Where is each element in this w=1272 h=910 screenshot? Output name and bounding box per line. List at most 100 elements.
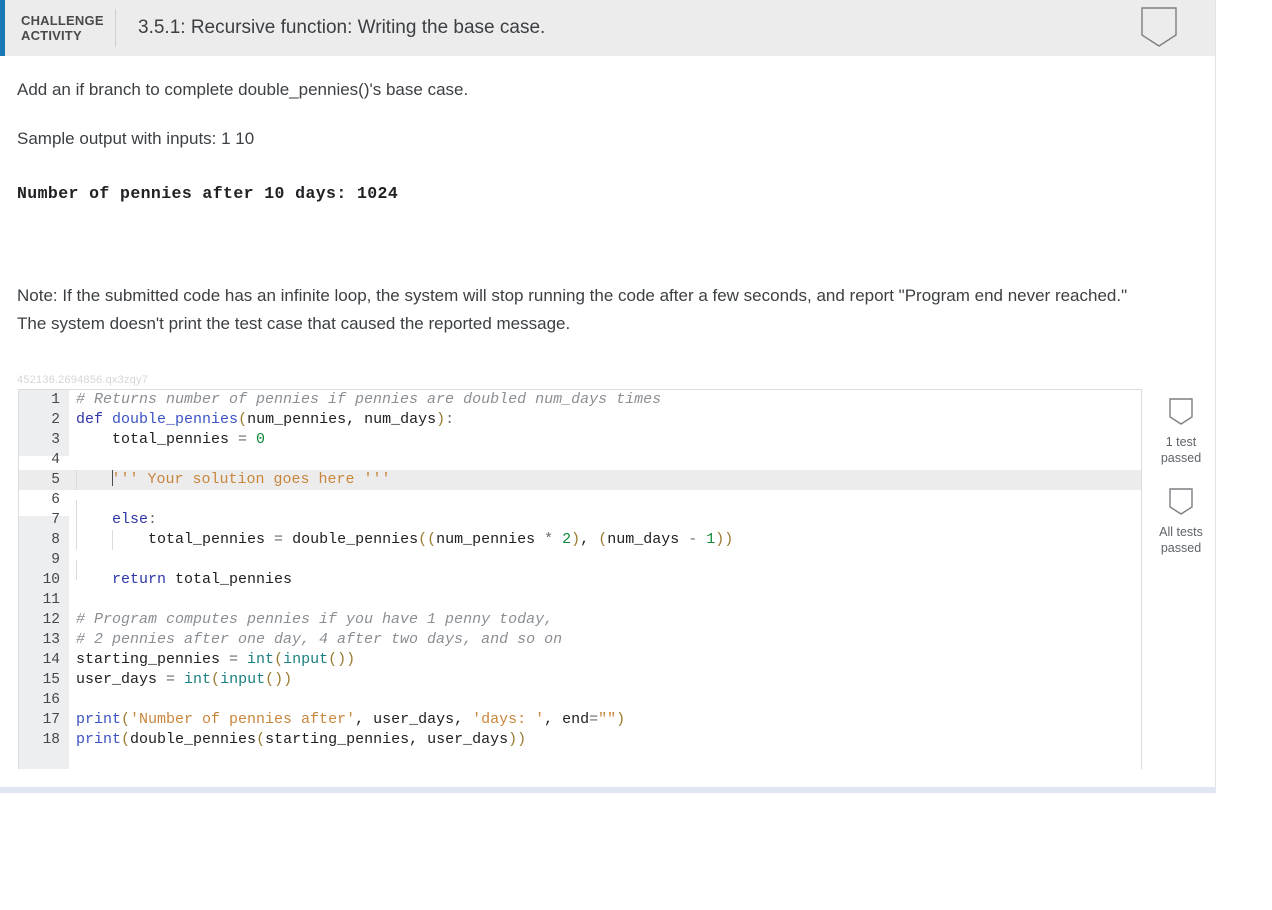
code-line-7[interactable]: 7 else: xyxy=(19,510,1141,530)
token-comment: # Returns number of pennies if pennies a… xyxy=(76,391,662,408)
code-text[interactable]: ''' Your solution goes here ''' xyxy=(69,470,391,490)
code-line-13[interactable]: 13 # 2 pennies after one day, 4 after two… xyxy=(19,630,1141,650)
token-plain: starting_pennies, user_days xyxy=(265,731,509,748)
token-str: ''' Your solution goes here ''' xyxy=(111,471,391,488)
token-op: = xyxy=(589,711,599,728)
code-text[interactable]: user_days = int(input()) xyxy=(69,670,292,690)
code-text[interactable]: def double_pennies(num_pennies, num_days… xyxy=(69,410,454,430)
code-text[interactable]: # Returns number of pennies if pennies a… xyxy=(69,390,661,410)
token-keyword: else xyxy=(112,511,149,528)
line-number: 4 xyxy=(51,452,60,468)
token-paren: ( xyxy=(121,711,131,728)
code-line-6[interactable]: 6 xyxy=(19,490,1141,520)
sample-output-label: Sample output with inputs: 1 10 xyxy=(17,129,255,148)
code-text[interactable]: starting_pennies = int(input()) xyxy=(69,650,355,670)
token-op: = xyxy=(274,531,293,548)
test-status-rail: 1 test passed All tests passed xyxy=(1146,396,1215,576)
token-op: - xyxy=(688,531,707,548)
token-plain: , user_days, xyxy=(355,711,473,728)
test-status-item[interactable]: 1 test passed xyxy=(1146,396,1215,466)
token-plain: double_pennies xyxy=(292,531,419,548)
token-op: : xyxy=(148,511,158,528)
code-text[interactable]: return total_pennies xyxy=(69,570,292,590)
token-paren: ) xyxy=(436,411,446,428)
token-paren: ( xyxy=(121,731,131,748)
code-line-8[interactable]: 8 total_pennies = double_pennies((num_pe… xyxy=(19,530,1141,550)
indent-guide xyxy=(76,510,77,530)
line-number: 17 xyxy=(42,712,60,728)
code-line-14[interactable]: 14 starting_pennies = int(input()) xyxy=(19,650,1141,670)
token-plain: starting_pennies xyxy=(76,651,230,668)
code-line-2[interactable]: 2 def double_pennies(num_pennies, num_day… xyxy=(19,410,1141,430)
token-func: double_pennies xyxy=(112,411,239,428)
code-editor[interactable]: 1 # Returns number of pennies if pennies … xyxy=(18,389,1142,769)
line-number: 11 xyxy=(42,592,60,608)
token-num: 2 xyxy=(562,531,572,548)
code-line-15[interactable]: 15 user_days = int(input()) xyxy=(19,670,1141,690)
code-line-5[interactable]: 5 ''' Your solution goes here ''' xyxy=(19,470,1141,490)
token-paren: )) xyxy=(715,531,734,548)
token-builtin: input xyxy=(220,671,266,688)
line-number: 6 xyxy=(51,492,60,508)
code-line-17[interactable]: 17 print('Number of pennies after', user_… xyxy=(19,710,1141,730)
line-number: 12 xyxy=(42,612,60,628)
token-paren: ( xyxy=(256,731,266,748)
instruction-text: Add an if branch to complete double_penn… xyxy=(17,80,469,99)
code-text[interactable]: else: xyxy=(69,510,157,530)
token-comment: # Program computes pennies if you have 1… xyxy=(76,611,554,628)
challenge-activity-kicker: CHALLENGE ACTIVITY xyxy=(21,13,104,43)
indent-guide xyxy=(76,530,77,550)
line-number: 9 xyxy=(51,552,60,568)
token-op: : xyxy=(445,411,455,428)
token-str: 'days: ' xyxy=(472,711,545,728)
code-line-18[interactable]: 18 print(double_pennies(starting_pennies,… xyxy=(19,730,1141,750)
token-paren: ( xyxy=(274,651,284,668)
activity-header: CHALLENGE ACTIVITY 3.5.1: Recursive func… xyxy=(0,0,1215,56)
token-paren: ) xyxy=(571,531,581,548)
token-op: * xyxy=(544,531,563,548)
indent-guide xyxy=(76,470,77,490)
test-status-item[interactable]: All tests passed xyxy=(1146,486,1215,556)
activity-title: 3.5.1: Recursive function: Writing the b… xyxy=(138,17,546,38)
code-text[interactable]: print(double_pennies(starting_pennies, u… xyxy=(69,730,526,750)
token-plain: , xyxy=(580,531,599,548)
token-num: 0 xyxy=(256,431,266,448)
token-str: "" xyxy=(598,711,617,728)
line-number: 15 xyxy=(42,672,60,688)
token-func: print xyxy=(76,711,122,728)
token-plain: total_pennies xyxy=(76,531,275,548)
line-number: 2 xyxy=(51,412,60,428)
header-accent-bar xyxy=(0,0,5,56)
code-text[interactable]: total_pennies = 0 xyxy=(69,430,265,450)
token-paren: ( xyxy=(598,531,608,548)
code-line-12[interactable]: 12 # Program computes pennies if you have… xyxy=(19,610,1141,630)
token-paren: ( xyxy=(238,411,248,428)
code-lines[interactable]: 1 # Returns number of pennies if pennies … xyxy=(19,390,1141,750)
token-paren: (( xyxy=(418,531,437,548)
line-number: 14 xyxy=(42,652,60,668)
code-line-11[interactable]: 11 xyxy=(19,590,1141,610)
code-line-10[interactable]: 10 return total_pennies xyxy=(19,570,1141,590)
token-builtin: int xyxy=(184,671,212,688)
token-plain: total_pennies xyxy=(76,431,239,448)
code-line-1[interactable]: 1 # Returns number of pennies if pennies … xyxy=(19,390,1141,410)
token-plain: num_pennies xyxy=(436,531,545,548)
code-text[interactable]: print('Number of pennies after', user_da… xyxy=(69,710,625,730)
line-number: 5 xyxy=(51,472,60,488)
token-str: 'Number of pennies after' xyxy=(130,711,356,728)
trophy-shield-icon xyxy=(1136,5,1182,51)
code-line-4[interactable]: 4 xyxy=(19,450,1141,470)
code-text[interactable]: # Program computes pennies if you have 1… xyxy=(69,610,553,630)
token-paren: ()) xyxy=(265,671,293,688)
token-op: = xyxy=(238,431,257,448)
code-line-16[interactable]: 16 xyxy=(19,690,1141,710)
code-text[interactable]: # 2 pennies after one day, 4 after two d… xyxy=(69,630,562,650)
page-underlay xyxy=(0,787,1216,793)
code-text[interactable]: total_pennies = double_pennies((num_penn… xyxy=(69,530,733,550)
code-line-9[interactable]: 9 xyxy=(19,550,1141,580)
token-plain: total_pennies xyxy=(166,571,293,588)
code-line-3[interactable]: 3 total_pennies = 0 xyxy=(19,430,1141,450)
